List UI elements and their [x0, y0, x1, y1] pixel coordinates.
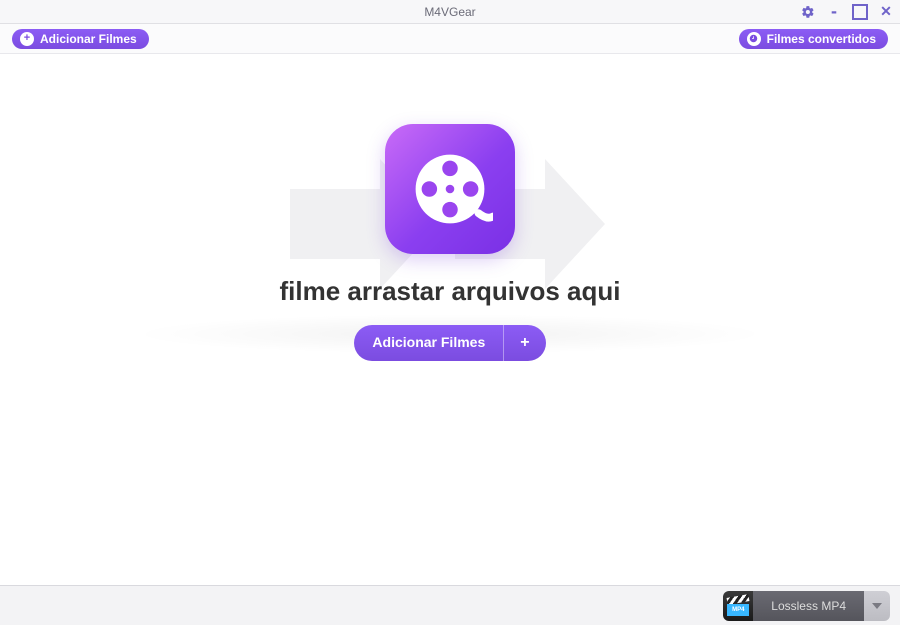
add-movies-label: Adicionar Filmes [40, 32, 137, 46]
drop-hint-text: filme arrastar arquivos aqui [279, 276, 620, 307]
add-movies-button[interactable]: + Adicionar Filmes [12, 29, 149, 49]
clapperboard-icon: MP4 [723, 591, 753, 621]
film-reel-icon [385, 124, 515, 254]
minimize-icon[interactable]: - [826, 4, 842, 20]
settings-icon[interactable] [800, 4, 816, 20]
plus-icon: + [20, 32, 34, 46]
plus-icon[interactable]: + [503, 325, 545, 361]
title-bar: M4VGear - ✕ [0, 0, 900, 24]
toolbar: + Adicionar Filmes Filmes convertidos [0, 24, 900, 54]
add-movies-main-button[interactable]: Adicionar Filmes + [354, 325, 545, 361]
add-movies-main-label: Adicionar Filmes [354, 325, 503, 361]
maximize-icon[interactable] [852, 4, 868, 20]
output-format-selector[interactable]: MP4 Lossless MP4 [723, 591, 890, 621]
converted-movies-label: Filmes convertidos [767, 32, 876, 46]
clock-icon [747, 32, 761, 46]
status-bar: MP4 Lossless MP4 [0, 585, 900, 625]
app-title: M4VGear [424, 5, 475, 19]
close-icon[interactable]: ✕ [878, 4, 894, 20]
converted-movies-button[interactable]: Filmes convertidos [739, 29, 888, 49]
window-controls: - ✕ [800, 0, 894, 23]
chevron-down-icon[interactable] [864, 591, 890, 621]
output-format-label: Lossless MP4 [753, 591, 864, 621]
drop-area[interactable]: filme arrastar arquivos aqui Adicionar F… [0, 54, 900, 585]
